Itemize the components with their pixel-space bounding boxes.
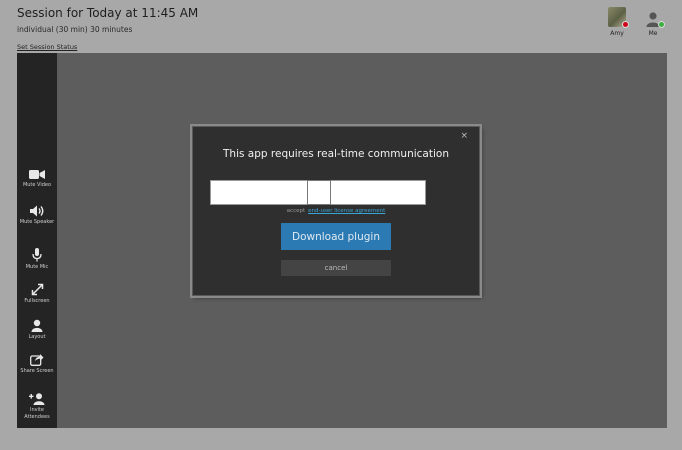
participant-list: Amy Me — [606, 7, 665, 37]
tool-label: Layout — [28, 334, 46, 340]
participant-name: Me — [648, 30, 658, 37]
cancel-button[interactable]: cancel — [281, 260, 391, 276]
fullscreen-button[interactable]: Fullscreen — [17, 283, 57, 305]
license-field[interactable] — [210, 180, 426, 205]
close-icon[interactable]: × — [460, 131, 468, 141]
speaker-icon — [29, 205, 45, 217]
video-camera-icon — [29, 169, 45, 180]
session-header: Session for Today at 11:45 AM individual… — [17, 6, 198, 53]
accept-row: accept end-user license agreement — [193, 208, 479, 214]
participant-amy[interactable]: Amy — [606, 7, 629, 37]
avatar — [644, 7, 665, 28]
status-dot — [658, 21, 665, 28]
page-title: Session for Today at 11:45 AM — [17, 6, 199, 20]
tool-label: Invite Attendees — [24, 407, 50, 420]
expand-icon — [31, 283, 44, 296]
dialog-title: This app requires real-time communicatio… — [223, 148, 449, 160]
set-session-status-link[interactable]: Set Session Status — [17, 43, 77, 51]
status-dot — [622, 21, 629, 28]
tool-label: Mute Mic — [25, 264, 49, 270]
share-screen-button[interactable]: Share Screen — [17, 353, 57, 375]
tool-label: Mute Video — [22, 182, 52, 188]
plugin-required-dialog: × This app requires real-time communicat… — [192, 126, 480, 296]
layout-button[interactable]: Layout — [17, 319, 57, 341]
license-checkbox[interactable] — [307, 180, 331, 205]
participant-me[interactable]: Me — [642, 7, 665, 37]
microphone-icon — [32, 248, 42, 262]
download-plugin-button[interactable]: Download plugin — [281, 223, 391, 250]
video-stage: Mute Video Mute Speaker Mute Mic Fullscr… — [17, 53, 667, 428]
share-icon — [30, 353, 44, 366]
session-toolbar: Mute Video Mute Speaker Mute Mic Fullscr… — [17, 53, 57, 428]
invite-attendees-button[interactable]: Invite Attendees — [17, 393, 57, 421]
tool-label: Share Screen — [20, 368, 54, 374]
mute-mic-button[interactable]: Mute Mic — [17, 248, 57, 271]
tool-label: Mute Speaker — [19, 219, 55, 225]
accept-text: accept — [286, 208, 306, 214]
mute-video-button[interactable]: Mute Video — [17, 169, 57, 189]
eula-link[interactable]: end-user license agreement — [308, 208, 385, 214]
user-icon — [31, 319, 43, 332]
add-user-icon — [29, 393, 45, 405]
participant-name: Amy — [610, 30, 624, 37]
session-subtitle: individual (30 min) 30 minutes — [17, 25, 133, 34]
tool-label: Fullscreen — [24, 298, 50, 304]
mute-speaker-button[interactable]: Mute Speaker — [17, 205, 57, 226]
avatar — [608, 7, 629, 28]
